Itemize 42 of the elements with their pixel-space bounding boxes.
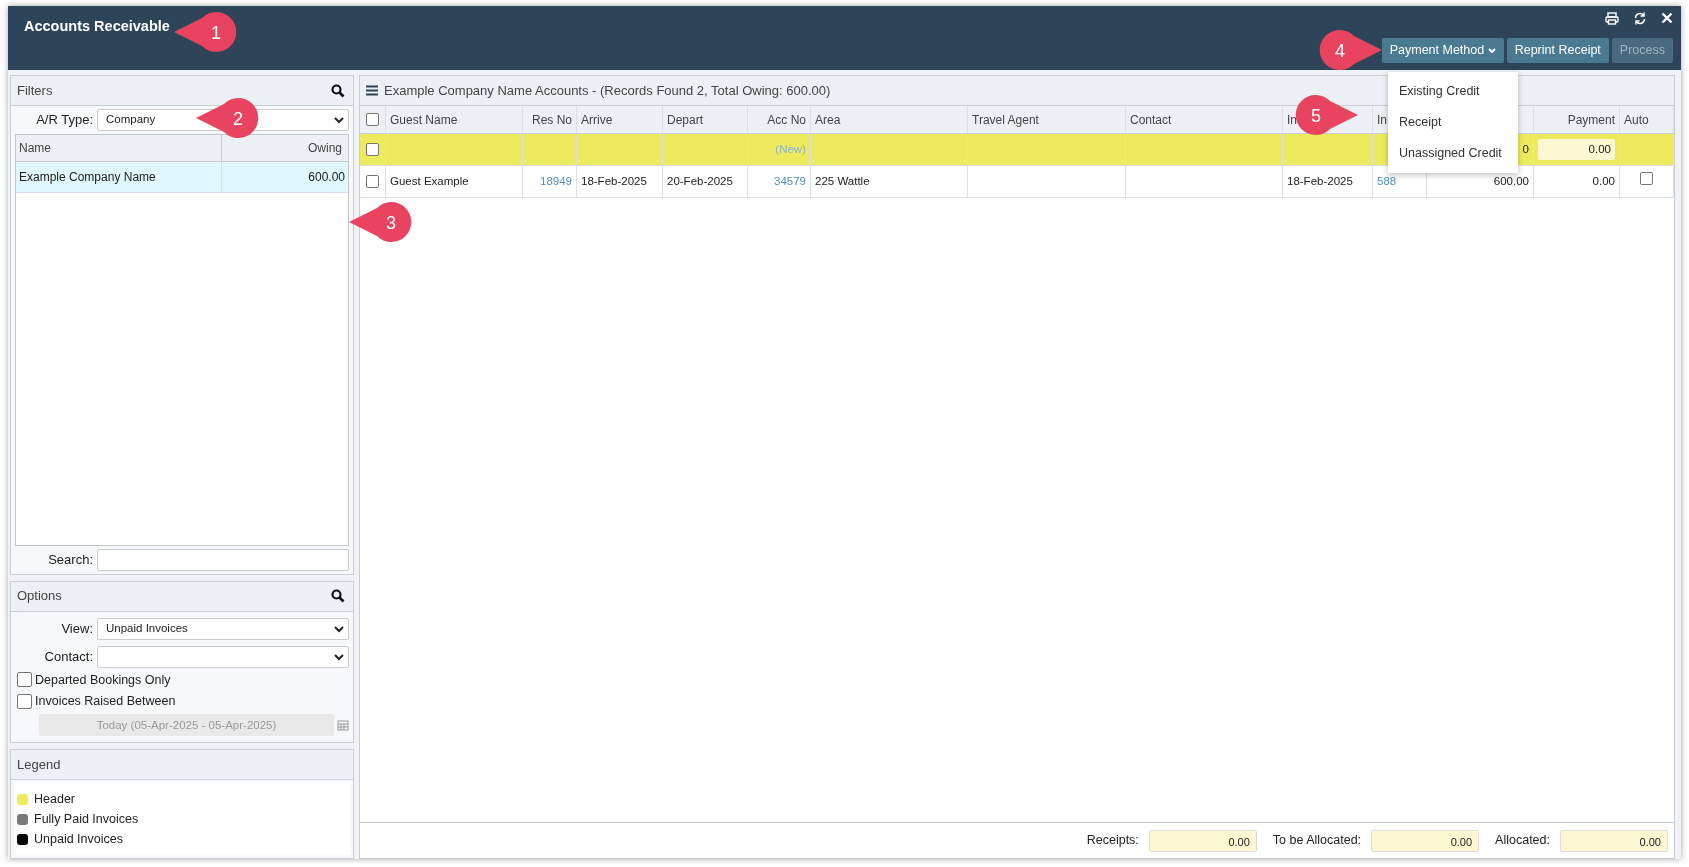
field-label: A/R Type: (35, 111, 93, 130)
column-header: Res No (532, 111, 572, 129)
checkbox-label: Invoices Raised Between (35, 693, 176, 711)
panel-title: Legend (17, 755, 61, 774)
column-header: Contact (1130, 111, 1172, 129)
table-cell-text: 20-Feb-2025 (667, 173, 733, 189)
table-cell-text: 0.00 (1592, 174, 1615, 189)
column-header: Auto (1624, 111, 1649, 129)
checkbox-label: Departed Bookings Only (35, 671, 171, 689)
table-title: Example Company Name Accounts - (Records Found 2, Total Owing: 600.00) (384, 81, 831, 100)
field-label: View: (60, 619, 93, 638)
field-label: Search: (47, 550, 93, 569)
total-label: Allocated: (1495, 832, 1550, 850)
column-header: Owing (307, 140, 343, 157)
total-field: 0.00 (1560, 829, 1668, 852)
column-header: Travel Agent (972, 111, 1039, 129)
column-header: In (1287, 111, 1297, 129)
panel-title: Filters (17, 81, 53, 100)
table-cell-text: Guest Example (390, 173, 469, 189)
table-cell-text: 0 (1522, 142, 1529, 157)
table-cell-text: 18-Feb-2025 (581, 173, 647, 189)
legend-label: Header (34, 790, 75, 808)
column-header: Name (16, 135, 222, 161)
column-header: Depart (667, 111, 704, 129)
table-cell-text: 18-Feb-2025 (1287, 173, 1353, 189)
panel-title: Options (17, 587, 62, 606)
legend-label: Unpaid Invoices (34, 830, 123, 848)
column-header: Payment (1567, 111, 1615, 129)
column-header: Acc No (767, 111, 806, 129)
column-header: Arrive (581, 111, 613, 129)
column-header: In (1377, 111, 1387, 129)
total-label: Receipts: (1086, 832, 1139, 850)
column-header: Guest Name (390, 111, 458, 129)
total-label: To be Allocated: (1272, 832, 1362, 850)
total-field: 0.00 (1148, 829, 1257, 852)
field-label: Contact: (43, 647, 93, 666)
total-field: 0.00 (1371, 829, 1480, 852)
table-cell-text: 600.00 (1493, 174, 1529, 189)
table-cell-text: 225 Wattle (815, 173, 870, 189)
legend-label: Fully Paid Invoices (34, 810, 139, 828)
column-header: Area (815, 111, 841, 129)
window-title: Accounts Receivable (24, 17, 170, 35)
